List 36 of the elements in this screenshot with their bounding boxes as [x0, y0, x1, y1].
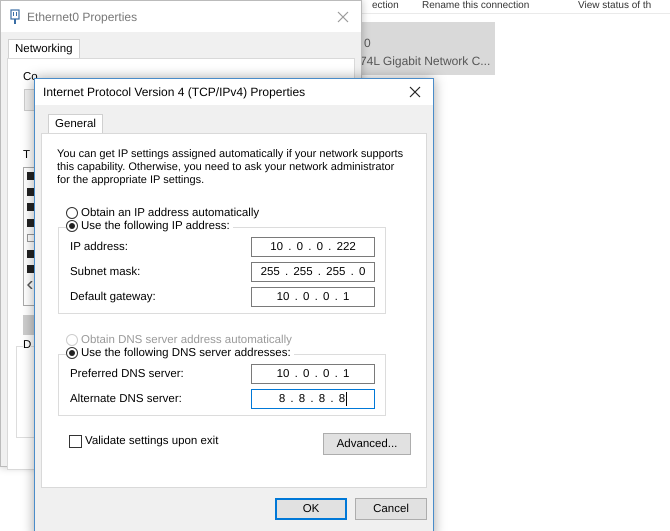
- toolbar-link[interactable]: View status of th: [578, 0, 652, 12]
- adapter-card[interactable]: 0 74L Gigabit Network C...: [360, 22, 495, 75]
- description-text: You can get IP settings assigned automatically if your network supports this capability. Otherwise, you need to ask your network administrator for the appropriate IP settings.: [57, 148, 404, 187]
- radio-option[interactable]: Use the following DNS server addresses:: [66, 347, 294, 359]
- field-label: Subnet mask:: [70, 266, 140, 278]
- input-field[interactable]: 255 . 255 . 255 . 0: [251, 262, 375, 282]
- toolbar-link[interactable]: Rename this connection: [422, 0, 530, 12]
- section-label: T: [23, 149, 30, 161]
- radio-button[interactable]: [66, 220, 78, 232]
- input-field[interactable]: 8 . 8 . 8 . 8: [251, 389, 375, 409]
- network-adapter-icon: [9, 8, 21, 24]
- radio-option[interactable]: Obtain an IP address automatically: [66, 207, 411, 219]
- cancel-button[interactable]: Cancel: [355, 498, 427, 520]
- tab[interactable]: General: [48, 114, 103, 133]
- window-title: Ethernet0 Properties: [27, 10, 138, 24]
- input-field[interactable]: 10 . 0 . 0 . 1: [251, 287, 375, 307]
- radio-button[interactable]: [66, 347, 78, 359]
- input-field[interactable]: 10 . 0 . 0 . 1: [251, 364, 375, 384]
- tab[interactable]: Networking: [8, 39, 80, 58]
- field-label: Alternate DNS server:: [70, 393, 182, 405]
- ok-button[interactable]: OK: [275, 498, 347, 520]
- adapter-description: 74L Gigabit Network C...: [360, 54, 490, 68]
- field-label: Preferred DNS server:: [70, 368, 184, 380]
- toolbar-link[interactable]: ection: [372, 0, 399, 12]
- checkbox[interactable]: [69, 434, 82, 448]
- radio-button[interactable]: [66, 207, 78, 219]
- window-title: Internet Protocol Version 4 (TCP/IPv4) Properties: [43, 85, 306, 99]
- close-icon[interactable]: [409, 86, 421, 98]
- field-label: IP address:: [70, 241, 128, 253]
- adapter-name: 0: [364, 36, 371, 50]
- input-field[interactable]: 10 . 0 . 0 . 222: [251, 237, 375, 257]
- group-label: D: [23, 339, 32, 351]
- field-label: Default gateway:: [70, 291, 156, 303]
- advanced-button[interactable]: Advanced...: [323, 433, 411, 455]
- checkbox-option[interactable]: Validate settings upon exit: [69, 434, 218, 448]
- radio-option[interactable]: Use the following IP address:: [66, 220, 233, 232]
